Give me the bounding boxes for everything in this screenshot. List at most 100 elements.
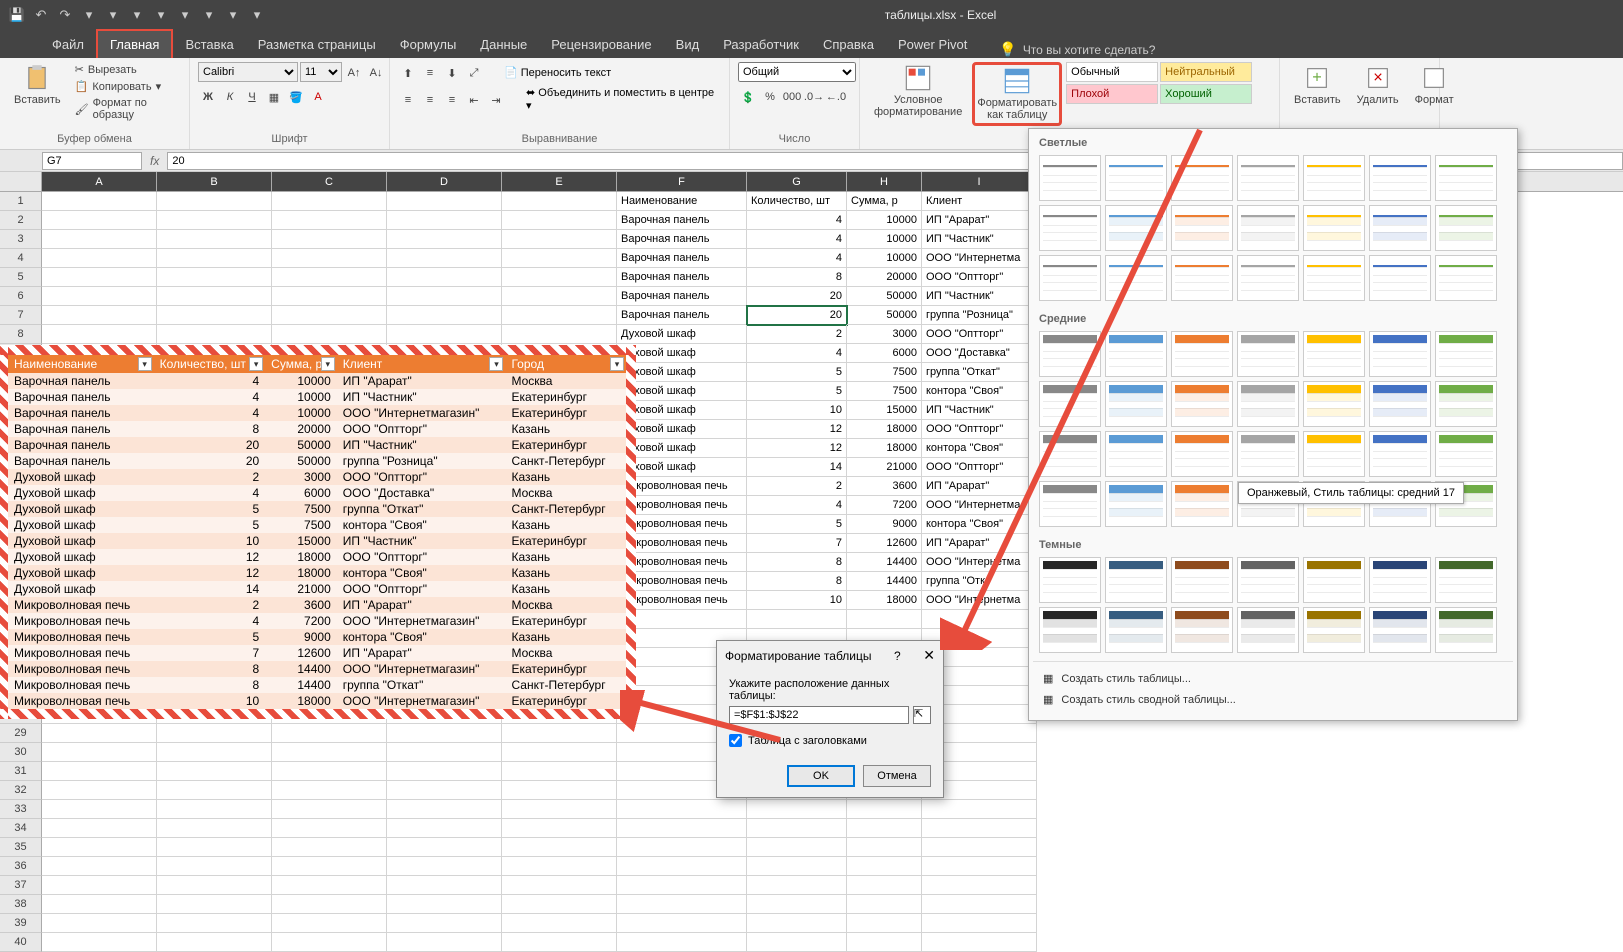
italic-button[interactable]: К (220, 88, 240, 106)
table-style-swatch[interactable] (1303, 381, 1365, 427)
font-name-select[interactable]: Calibri (198, 62, 298, 82)
table-header-cell[interactable]: Количество, шт▾ (154, 355, 266, 373)
table-header-cell[interactable]: Наименование▾ (8, 355, 154, 373)
table-cell[interactable]: 10 (154, 693, 266, 709)
tab-pagelayout[interactable]: Разметка страницы (246, 31, 388, 58)
table-cell[interactable]: 10 (154, 533, 266, 549)
cell[interactable] (42, 838, 157, 857)
cell[interactable]: 8 (747, 553, 847, 572)
cell[interactable] (922, 914, 1037, 933)
cell[interactable]: Микроволновая печь (617, 477, 747, 496)
align-top-icon[interactable]: ⬆ (398, 64, 418, 82)
row-header[interactable]: 1 (0, 192, 42, 211)
font-size-select[interactable]: 11 (300, 62, 342, 82)
qat-icon[interactable]: ▾ (128, 6, 146, 24)
cell[interactable] (502, 914, 617, 933)
table-cell[interactable]: 4 (154, 373, 266, 389)
cell[interactable] (387, 743, 502, 762)
cell[interactable] (387, 306, 502, 325)
table-cell[interactable]: ООО "Оптторг" (337, 549, 506, 565)
cell[interactable] (42, 249, 157, 268)
table-cell[interactable]: 9000 (265, 629, 337, 645)
table-cell[interactable]: 10000 (265, 405, 337, 421)
cell[interactable]: 8 (747, 268, 847, 287)
col-header-F[interactable]: F (617, 172, 747, 191)
cell[interactable] (387, 230, 502, 249)
cell[interactable] (272, 781, 387, 800)
table-style-swatch[interactable] (1435, 381, 1497, 427)
cell[interactable] (502, 876, 617, 895)
table-cell[interactable]: Казань (505, 517, 626, 533)
table-cell[interactable]: ИП "Частник" (337, 437, 506, 453)
table-cell[interactable]: 12600 (265, 645, 337, 661)
table-cell[interactable]: 14 (154, 581, 266, 597)
table-cell[interactable]: Микроволновая печь (8, 597, 154, 613)
cell[interactable]: Духовой шкаф (617, 325, 747, 344)
cell[interactable] (157, 914, 272, 933)
cell[interactable]: 21000 (847, 458, 922, 477)
table-cell[interactable]: ООО "Оптторг" (337, 421, 506, 437)
cell[interactable] (387, 781, 502, 800)
tell-me[interactable]: 💡 Что вы хотите сделать? (999, 41, 1155, 58)
cell[interactable]: Духовой шкаф (617, 363, 747, 382)
row-header[interactable]: 2 (0, 211, 42, 230)
cell[interactable] (747, 800, 847, 819)
table-style-swatch[interactable] (1303, 331, 1365, 377)
tab-formulas[interactable]: Формулы (388, 31, 469, 58)
table-header-cell[interactable]: Город▾ (505, 355, 626, 373)
wrap-text-button[interactable]: 📄 Переносить текст (504, 66, 611, 79)
cell[interactable]: Микроволновая печь (617, 515, 747, 534)
table-style-swatch[interactable] (1369, 255, 1431, 301)
cell[interactable] (42, 895, 157, 914)
tab-data[interactable]: Данные (468, 31, 539, 58)
table-cell[interactable]: Варочная панель (8, 421, 154, 437)
conditional-formatting-button[interactable]: Условное форматирование (868, 62, 968, 120)
table-cell[interactable]: Духовой шкаф (8, 501, 154, 517)
percent-icon[interactable]: % (760, 88, 780, 106)
tab-help[interactable]: Справка (811, 31, 886, 58)
table-cell[interactable]: Москва (505, 373, 626, 389)
table-cell[interactable]: Санкт-Петербург (505, 677, 626, 693)
table-cell[interactable]: 20 (154, 453, 266, 469)
cell[interactable] (272, 192, 387, 211)
table-cell[interactable]: ИП "Частник" (337, 533, 506, 549)
table-cell[interactable]: Духовой шкаф (8, 485, 154, 501)
table-cell[interactable]: Екатеринбург (505, 613, 626, 629)
cell[interactable]: 7 (747, 534, 847, 553)
cell[interactable]: 4 (747, 230, 847, 249)
cell[interactable] (42, 268, 157, 287)
table-style-swatch[interactable] (1237, 331, 1299, 377)
cell[interactable] (42, 192, 157, 211)
cell[interactable] (272, 857, 387, 876)
align-center-icon[interactable]: ≡ (420, 91, 440, 109)
table-cell[interactable]: Духовой шкаф (8, 469, 154, 485)
row-header[interactable]: 30 (0, 743, 42, 762)
cell[interactable] (922, 876, 1037, 895)
table-style-swatch[interactable] (1435, 331, 1497, 377)
cell[interactable] (387, 211, 502, 230)
table-cell[interactable]: Санкт-Петербург (505, 501, 626, 517)
cell[interactable] (502, 781, 617, 800)
cell[interactable] (272, 325, 387, 344)
qat-icon[interactable]: ▾ (176, 6, 194, 24)
cell[interactable] (42, 933, 157, 952)
table-cell[interactable]: 7500 (265, 517, 337, 533)
table-cell[interactable]: 5 (154, 501, 266, 517)
cell[interactable] (157, 287, 272, 306)
cell[interactable]: Духовой шкаф (617, 439, 747, 458)
cell[interactable] (157, 325, 272, 344)
border-button[interactable]: ▦ (264, 88, 284, 106)
cell[interactable]: 10000 (847, 249, 922, 268)
table-style-swatch[interactable] (1303, 607, 1365, 653)
cell[interactable] (387, 876, 502, 895)
fx-icon[interactable]: fx (150, 154, 159, 168)
table-style-swatch[interactable] (1237, 205, 1299, 251)
table-cell[interactable]: Варочная панель (8, 373, 154, 389)
cell[interactable] (157, 895, 272, 914)
align-middle-icon[interactable]: ≡ (420, 64, 440, 82)
cell[interactable] (747, 914, 847, 933)
row-header[interactable]: 37 (0, 876, 42, 895)
cell[interactable]: 4 (747, 496, 847, 515)
table-cell[interactable]: 2 (154, 597, 266, 613)
cell[interactable] (502, 933, 617, 952)
